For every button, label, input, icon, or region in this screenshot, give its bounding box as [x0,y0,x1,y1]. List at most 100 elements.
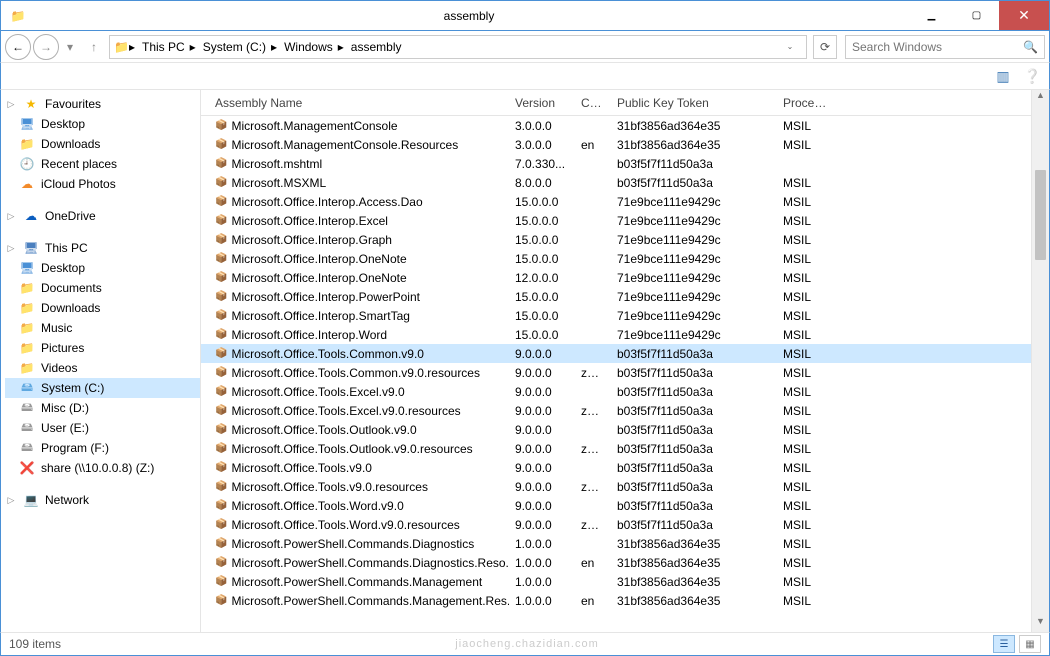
breadcrumb-dropdown[interactable]: ⌄ [782,42,798,51]
breadcrumb[interactable]: 📁 ▸ This PC▸System (C:)▸Windows▸assembly… [109,35,807,59]
table-row[interactable]: Microsoft.MSXML8.0.0.0b03f5f7f11d50a3aMS… [201,173,1031,192]
chevron-right-icon[interactable]: ▷ [5,495,17,506]
sidebar-item[interactable]: 🖴Program (F:) [5,438,200,458]
sidebar-item[interactable]: 🖥Desktop [5,258,200,278]
drive-icon: 🖴 [19,398,35,419]
cell-culture: zh-... [575,480,611,494]
search-field[interactable] [852,40,1023,54]
table-row[interactable]: Microsoft.Office.Interop.OneNote12.0.0.0… [201,268,1031,287]
sidebar-item-label: Documents [41,281,102,295]
forward-button[interactable]: → [33,34,59,60]
sidebar-item[interactable]: 🖴System (C:) [5,378,200,398]
scroll-down-icon[interactable]: ▼ [1032,616,1049,632]
assembly-icon [215,500,227,511]
breadcrumb-segment[interactable]: System (C:) [196,38,271,56]
table-row[interactable]: Microsoft.Office.Tools.Common.v9.09.0.0.… [201,344,1031,363]
sidebar-item[interactable]: 📁Pictures [5,338,200,358]
cell-pkt: 71e9bce111e9429c [611,214,777,228]
table-row[interactable]: Microsoft.Office.Tools.Outlook.v9.09.0.0… [201,420,1031,439]
sidebar-item[interactable]: 🖴Misc (D:) [5,398,200,418]
favourites-header[interactable]: ▷ ★ Favourites [5,94,200,114]
sidebar-item[interactable]: 📁Videos [5,358,200,378]
column-header-name[interactable]: Assembly Name [209,96,509,110]
table-row[interactable]: Microsoft.ManagementConsole.Resources3.0… [201,135,1031,154]
scroll-thumb[interactable] [1035,170,1046,260]
table-row[interactable]: Microsoft.Office.Tools.Excel.v9.0.resour… [201,401,1031,420]
table-row[interactable]: Microsoft.mshtml7.0.330...b03f5f7f11d50a… [201,154,1031,173]
table-row[interactable]: Microsoft.Office.Tools.Outlook.v9.0.reso… [201,439,1031,458]
table-row[interactable]: Microsoft.Office.Tools.v9.09.0.0.0b03f5f… [201,458,1031,477]
sidebar-item[interactable]: ❌share (\\10.0.0.8) (Z:) [5,458,200,478]
assembly-name: Microsoft.ManagementConsole.Resources [231,138,458,152]
table-row[interactable]: Microsoft.Office.Interop.Word15.0.0.071e… [201,325,1031,344]
cell-proc: MSIL [777,442,837,456]
table-row[interactable]: Microsoft.Office.Tools.Word.v9.0.resourc… [201,515,1031,534]
table-row[interactable]: Microsoft.Office.Tools.Common.v9.0.resou… [201,363,1031,382]
details-view-button[interactable]: ☰ [993,635,1015,653]
table-row[interactable]: Microsoft.PowerShell.Commands.Management… [201,591,1031,610]
vertical-scrollbar[interactable]: ▲ ▼ [1031,90,1049,632]
sidebar-item[interactable]: 🖴User (E:) [5,418,200,438]
onedrive-header[interactable]: ▷ ☁ OneDrive [5,206,200,226]
assembly-name: Microsoft.Office.Interop.PowerPoint [231,290,420,304]
breadcrumb-segment[interactable]: Windows [277,38,338,56]
table-row[interactable]: Microsoft.Office.Interop.Access.Dao15.0.… [201,192,1031,211]
table-row[interactable]: Microsoft.Office.Interop.OneNote15.0.0.0… [201,249,1031,268]
column-header-version[interactable]: Version [509,96,575,110]
refresh-button[interactable]: ⟳ [813,35,837,59]
desktop-icon: 🖥 [19,261,35,275]
maximize-button[interactable]: ▢ [954,1,999,30]
this-pc-header[interactable]: ▷ 🖥 This PC [5,238,200,258]
chevron-right-icon[interactable]: ▷ [5,211,17,222]
table-row[interactable]: Microsoft.Office.Interop.SmartTag15.0.0.… [201,306,1031,325]
sidebar-item[interactable]: 📁Documents [5,278,200,298]
chevron-down-icon[interactable]: ▷ [5,243,17,254]
table-row[interactable]: Microsoft.PowerShell.Commands.Diagnostic… [201,534,1031,553]
table-row[interactable]: Microsoft.PowerShell.Commands.Diagnostic… [201,553,1031,572]
sidebar-item[interactable]: 📁Music [5,318,200,338]
minimize-button[interactable]: ▁ [909,1,954,30]
table-row[interactable]: Microsoft.ManagementConsole3.0.0.031bf38… [201,116,1031,135]
breadcrumb-segment[interactable]: assembly [344,38,407,56]
network-group: ▷ 💻 Network [5,490,200,510]
search-input[interactable]: 🔍 [845,35,1045,59]
cell-version: 1.0.0.0 [509,594,575,608]
sidebar-item[interactable]: 🕘Recent places [5,154,200,174]
table-row[interactable]: Microsoft.Office.Interop.Excel15.0.0.071… [201,211,1031,230]
column-header-pkt[interactable]: Public Key Token [611,96,777,110]
cell-version: 1.0.0.0 [509,575,575,589]
up-button[interactable]: ↑ [81,34,107,60]
table-row[interactable]: Microsoft.Office.Interop.Graph15.0.0.071… [201,230,1031,249]
help-icon[interactable]: ❔ [1024,68,1041,85]
sidebar-item[interactable]: 📁Downloads [5,298,200,318]
table-row[interactable]: Microsoft.PowerShell.Commands.Management… [201,572,1031,591]
cell-proc: MSIL [777,423,837,437]
sidebar-item[interactable]: ☁iCloud Photos [5,174,200,194]
scroll-up-icon[interactable]: ▲ [1032,90,1049,106]
recent-locations-button[interactable]: ▾ [61,34,79,60]
column-header-proc[interactable]: Proces... [777,96,837,110]
column-header-culture[interactable]: Cul... [575,96,611,110]
cell-pkt: b03f5f7f11d50a3a [611,347,777,361]
table-row[interactable]: Microsoft.Office.Tools.v9.0.resources9.0… [201,477,1031,496]
cell-version: 15.0.0.0 [509,309,575,323]
sidebar-item[interactable]: 🖥Desktop [5,114,200,134]
table-row[interactable]: Microsoft.Office.Tools.Excel.v9.09.0.0.0… [201,382,1031,401]
back-button[interactable]: ← [5,34,31,60]
icons-view-button[interactable]: ▦ [1019,635,1041,653]
assembly-icon [215,291,227,302]
assembly-name: Microsoft.Office.Tools.v9.0 [231,461,372,475]
folder-icon: 📁 [114,40,129,54]
cell-proc: MSIL [777,138,837,152]
network-header[interactable]: ▷ 💻 Network [5,490,200,510]
sidebar-item[interactable]: 📁Downloads [5,134,200,154]
breadcrumb-segment[interactable]: This PC [135,38,190,56]
close-button[interactable]: ✕ [999,1,1049,30]
drive-icon: 🖴 [19,418,35,439]
table-row[interactable]: Microsoft.Office.Interop.PowerPoint15.0.… [201,287,1031,306]
preview-pane-icon[interactable]: ▥ [996,68,1009,85]
chevron-right-icon[interactable]: ▷ [5,99,17,110]
cell-proc: MSIL [777,480,837,494]
cell-version: 9.0.0.0 [509,347,575,361]
table-row[interactable]: Microsoft.Office.Tools.Word.v9.09.0.0.0b… [201,496,1031,515]
